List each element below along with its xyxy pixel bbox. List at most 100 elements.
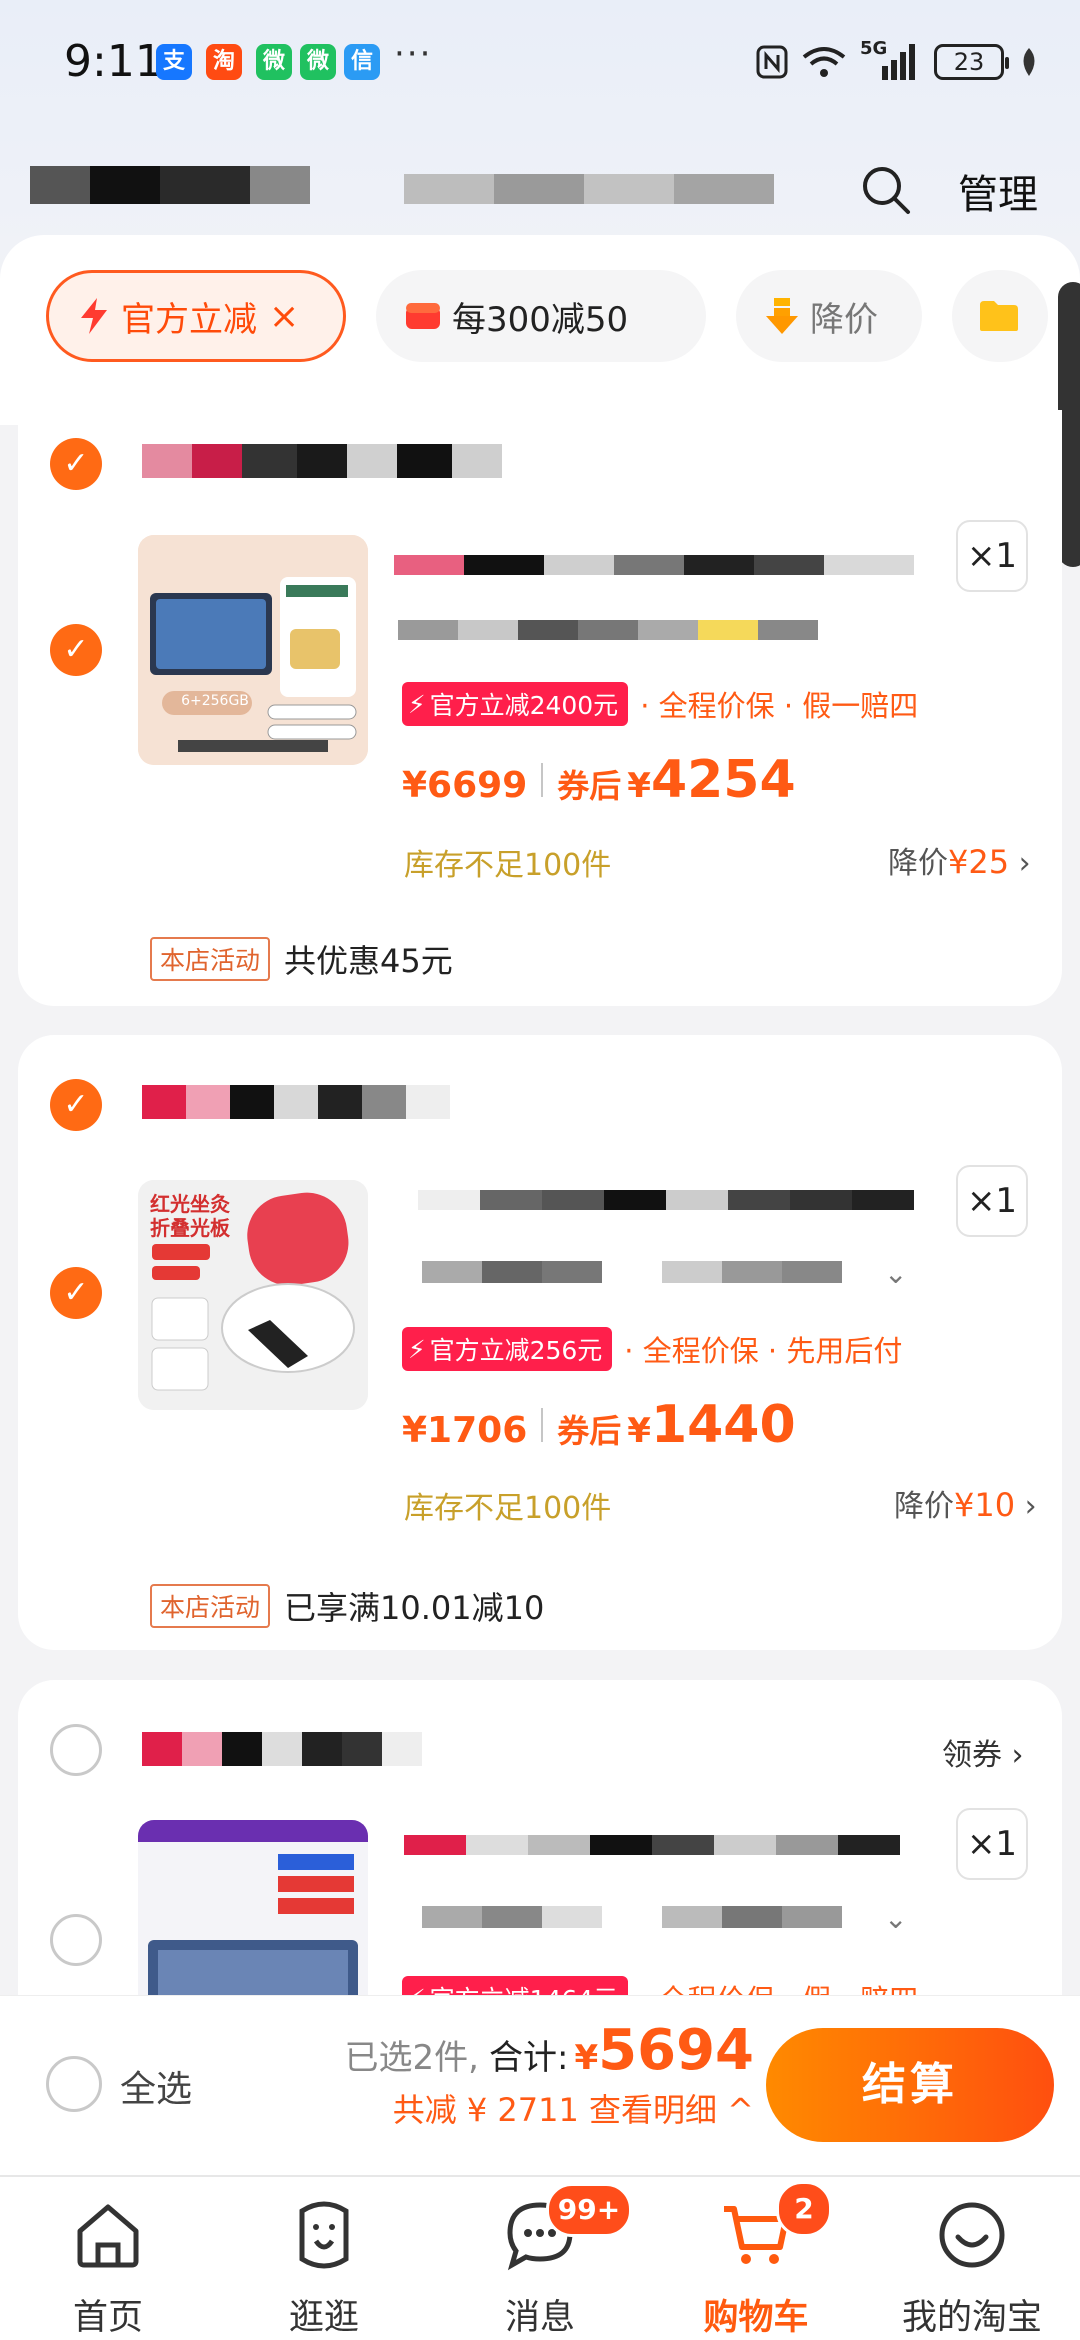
product-spec[interactable] [398,615,858,645]
cart-store-card: ✓ ✓ 红光坐灸 折叠光板 ⌄ ×1 ⚡ 官方立减256元 · 全程价保 · 先用… [18,1035,1062,1650]
stock-warning: 库存不足100件 [404,1491,612,1526]
shop-activity[interactable]: 本店活动 共优惠45元 [150,936,453,982]
price-drop-link[interactable]: 降价¥10 › [894,1481,1037,1525]
official-discount-tag: ⚡ 官方立减1464元 [402,1976,629,1995]
cart-store-card: ✓ ✓ 6+256GB ×1 ⚡ 官方立减2400元 · 全程价保 · 假一赔四 … [18,410,1062,1006]
quantity-button[interactable]: ×1 [956,1165,1028,1237]
product-title[interactable] [394,550,924,580]
price-drop-amount: ¥10 [954,1486,1016,1524]
product-image[interactable]: 6+256GB [138,535,368,765]
chevron-right-icon: › [1015,1489,1037,1524]
tab-label: 逛逛 [288,2298,359,2338]
tab-messages[interactable]: 消息 99+ [432,2177,648,2340]
price-drop-icon [766,298,798,334]
select-all-label[interactable]: 全选 [120,2060,192,2112]
after-coupon-label: 券后 [557,1412,622,1450]
product-spec[interactable] [422,1902,872,1932]
more-notifications-icon: ··· [394,34,433,74]
store-checkbox[interactable]: ✓ [50,1079,102,1131]
price-drop-label: 降价 [888,846,948,881]
filter-label: 官方立减 [121,299,257,340]
unread-badge: 99+ [546,2183,632,2237]
price-row: ¥6699 券后 ¥ 4254 [402,750,796,810]
chevron-down-icon[interactable]: ⌄ [884,1902,907,1935]
after-coupon-label: 券后 [557,767,622,805]
clock: 9:11 [64,36,163,87]
shop-activity[interactable]: 本店活动 已享满10.01减10 [150,1583,544,1629]
cart-count-placeholder [404,174,774,204]
store-name [142,444,522,478]
filter-price-drop[interactable]: 降价 [736,270,922,362]
promo-extra: · 全程价保 · 假一赔四 [640,689,919,723]
price-separator [541,763,544,797]
tab-profile[interactable]: 我的淘宝 [864,2177,1080,2340]
store-name [142,1085,462,1119]
product-image[interactable] [138,1820,368,1995]
store-checkbox[interactable] [50,1724,102,1776]
tab-label: 我的淘宝 [901,2298,1042,2338]
product-title[interactable] [418,1185,918,1215]
total-amount: 5694 [598,2018,754,2083]
message-app-icon: 信 [344,44,380,80]
discount-detail-link[interactable]: 共减 ¥ 2711 查看明细 ^ [345,2085,754,2131]
system-icons: 5G 23 [756,38,1040,84]
quantity-button[interactable]: ×1 [956,1808,1028,1880]
taobao-icon: 淘 [206,44,242,80]
product-title[interactable] [404,1830,924,1860]
product-spec[interactable] [422,1257,872,1287]
item-checkbox[interactable]: ✓ [50,1267,102,1319]
thumb-caption: 6+256GB [181,693,249,709]
item-checkbox[interactable] [50,1914,102,1966]
checkout-button[interactable]: 结算 [766,2028,1054,2142]
tab-cart[interactable]: 购物车 2 [648,2177,864,2340]
tab-explore[interactable]: 逛逛 [216,2177,432,2340]
chevron-right-icon: › [1002,1738,1024,1773]
tab-home[interactable]: 首页 [0,2177,216,2340]
explore-icon [299,2201,349,2269]
bottom-tab-bar: 首页 逛逛 消息 99+ 购物车 2 我的淘宝 [0,2175,1080,2340]
stock-warning: 库存不足100件 [404,848,612,883]
price-drop-link[interactable]: 降价¥25 › [888,838,1031,882]
nfc-icon [756,45,788,79]
tab-label: 首页 [72,2298,143,2338]
filter-label: 每300减50 [452,299,629,340]
address-placeholder [30,166,310,204]
promo-row: ⚡ 官方立减1464元 · 全程价保 · 假一赔四 [402,1976,918,1995]
wifi-icon [802,47,846,77]
shop-activity-text: 共优惠45元 [284,942,453,980]
filter-label: 降价 [810,299,878,340]
get-coupon-link[interactable]: 领券 › [942,1730,1024,1774]
shop-activity-tag: 本店活动 [150,1584,271,1628]
price-drop-amount: ¥25 [948,843,1010,881]
close-icon[interactable]: × [269,296,299,337]
promo-tag-text: 官方立减1464元 [430,1980,619,1995]
product-image[interactable]: 红光坐灸 折叠光板 [138,1180,368,1410]
total-label: 合计: [489,2038,569,2078]
quantity-button[interactable]: ×1 [956,520,1028,592]
store-checkbox[interactable]: ✓ [50,438,102,490]
chevron-down-icon[interactable]: ⌄ [884,1257,907,1290]
order-summary: 已选2件, 合计: ¥ 5694 共减 ¥ 2711 查看明细 ^ [345,2018,754,2131]
chevron-right-icon: › [1009,846,1031,881]
item-checkbox[interactable]: ✓ [50,624,102,676]
original-price: ¥6699 [402,765,528,806]
shop-activity-tag: 本店活动 [150,937,271,981]
promo-extra: · 全程价保 · 先用后付 [624,1334,903,1368]
select-all-checkbox[interactable] [46,2056,102,2112]
manage-button[interactable]: 管理 [958,162,1038,220]
filter-official-discount[interactable]: 官方立减 × [46,270,346,362]
alipay-icon: 支 [156,44,192,80]
checkout-bar: 全选 已选2件, 合计: ¥ 5694 共减 ¥ 2711 查看明细 ^ 结算 [0,1995,1080,2175]
status-bar: 9:11 支 淘 微 微 信 ··· 5G 23 [0,0,1080,120]
tab-label: 消息 [504,2298,575,2338]
thumb-caption: 红光坐灸 折叠光板 [150,1192,230,1240]
currency-symbol: ¥ [574,2038,599,2078]
battery-icon: 23 [934,44,1009,80]
official-discount-tag: ⚡ 官方立减256元 [402,1327,613,1371]
filter-folder[interactable] [952,270,1048,362]
search-icon[interactable] [860,164,912,216]
cart-store-card: 领券 › ⌄ ×1 ⚡ 官方立减1464元 · 全程价保 · 假一赔四 [18,1680,1062,1995]
leaf-icon [1023,48,1035,76]
filter-coupon-300-50[interactable]: 每300减50 [376,270,706,362]
promo-row: ⚡ 官方立减2400元 · 全程价保 · 假一赔四 [402,682,918,726]
